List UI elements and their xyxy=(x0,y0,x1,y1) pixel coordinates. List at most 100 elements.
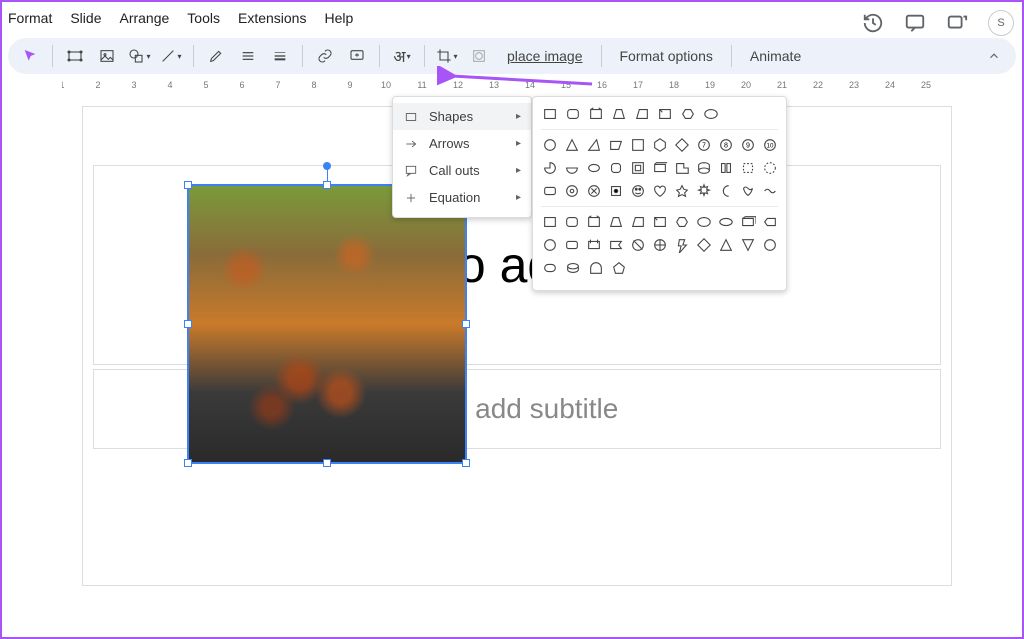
shape-option[interactable] xyxy=(607,159,624,177)
resize-handle[interactable] xyxy=(323,459,331,467)
shape-option[interactable] xyxy=(673,136,690,154)
present-icon[interactable] xyxy=(946,12,968,34)
shape-option[interactable] xyxy=(651,159,668,177)
textbox-icon[interactable] xyxy=(61,42,89,70)
shape-option[interactable] xyxy=(651,213,668,231)
dropdown-item-shapes[interactable]: Shapes▸ xyxy=(393,103,531,130)
shape-option[interactable]: 8 xyxy=(717,136,734,154)
shape-option[interactable] xyxy=(587,259,605,277)
shape-option[interactable] xyxy=(610,259,628,277)
dropdown-item-callouts[interactable]: Call outs▸ xyxy=(393,157,531,184)
resize-handle[interactable] xyxy=(462,320,470,328)
pen-icon[interactable] xyxy=(202,42,230,70)
shape-option[interactable]: 9 xyxy=(739,136,756,154)
shape-option[interactable] xyxy=(629,236,646,254)
avatar[interactable]: S xyxy=(988,10,1014,36)
resize-handle[interactable] xyxy=(184,320,192,328)
resize-handle[interactable] xyxy=(184,181,192,189)
shape-option[interactable] xyxy=(587,105,605,123)
shape-option[interactable] xyxy=(541,105,559,123)
shape-option[interactable] xyxy=(585,236,602,254)
shape-option[interactable] xyxy=(563,182,580,200)
menu-slide[interactable]: Slide xyxy=(70,10,101,26)
shape-icon[interactable]: ▾ xyxy=(125,42,153,70)
comment-add-icon[interactable] xyxy=(343,42,371,70)
collapse-toolbar-icon[interactable] xyxy=(980,42,1008,70)
shape-option[interactable] xyxy=(541,213,558,231)
shape-option[interactable] xyxy=(656,105,674,123)
menu-tools[interactable]: Tools xyxy=(187,10,220,26)
shape-option[interactable] xyxy=(695,182,712,200)
border-weight-icon[interactable] xyxy=(266,42,294,70)
dropdown-item-arrows[interactable]: Arrows▸ xyxy=(393,130,531,157)
menu-arrange[interactable]: Arrange xyxy=(119,10,169,26)
menu-extensions[interactable]: Extensions xyxy=(238,10,306,26)
menu-help[interactable]: Help xyxy=(324,10,353,26)
shape-option[interactable] xyxy=(563,213,580,231)
shape-option[interactable] xyxy=(695,236,712,254)
shape-option[interactable] xyxy=(679,105,697,123)
shape-option[interactable] xyxy=(761,159,778,177)
shape-option[interactable] xyxy=(717,182,734,200)
shape-option[interactable] xyxy=(673,213,690,231)
shape-option[interactable] xyxy=(585,136,602,154)
shape-option[interactable] xyxy=(739,213,756,231)
shape-option[interactable] xyxy=(541,182,558,200)
shape-option[interactable]: 7 xyxy=(695,136,712,154)
shape-option[interactable] xyxy=(585,182,602,200)
shape-option[interactable] xyxy=(629,213,646,231)
shape-option[interactable] xyxy=(651,236,668,254)
shape-option[interactable] xyxy=(695,213,712,231)
shape-option[interactable] xyxy=(673,236,690,254)
shape-option[interactable] xyxy=(702,105,720,123)
shape-option[interactable] xyxy=(651,182,668,200)
comment-icon[interactable] xyxy=(904,12,926,34)
menu-format[interactable]: Format xyxy=(8,10,52,26)
shape-option[interactable] xyxy=(695,159,712,177)
format-options-button[interactable]: Format options xyxy=(610,48,723,64)
resize-handle[interactable] xyxy=(323,181,331,189)
shape-option[interactable] xyxy=(563,136,580,154)
shape-option[interactable] xyxy=(673,182,690,200)
shape-option[interactable] xyxy=(585,159,602,177)
shape-option[interactable] xyxy=(651,136,668,154)
translate-icon[interactable]: अ▾ xyxy=(388,42,416,70)
shape-option[interactable] xyxy=(739,236,756,254)
selected-image[interactable] xyxy=(187,184,467,464)
shape-option[interactable] xyxy=(717,159,734,177)
shape-option[interactable] xyxy=(585,213,602,231)
shape-option[interactable] xyxy=(633,105,651,123)
history-icon[interactable] xyxy=(862,12,884,34)
shape-option[interactable] xyxy=(761,182,778,200)
shape-option[interactable] xyxy=(717,236,734,254)
select-tool-icon[interactable] xyxy=(16,42,44,70)
shape-option[interactable] xyxy=(629,159,646,177)
shape-option[interactable] xyxy=(761,213,778,231)
shape-option[interactable] xyxy=(739,159,756,177)
replace-image-button[interactable]: place image xyxy=(497,48,593,64)
mask-icon[interactable] xyxy=(465,42,493,70)
shape-option[interactable] xyxy=(761,236,778,254)
resize-handle[interactable] xyxy=(462,459,470,467)
image-icon[interactable] xyxy=(93,42,121,70)
shape-option[interactable] xyxy=(563,236,580,254)
shape-option[interactable] xyxy=(739,182,756,200)
shape-option[interactable] xyxy=(541,259,559,277)
shape-option[interactable] xyxy=(607,236,624,254)
dropdown-item-equation[interactable]: Equation▸ xyxy=(393,184,531,211)
animate-button[interactable]: Animate xyxy=(740,48,811,64)
rotate-handle[interactable] xyxy=(323,162,331,170)
shape-option[interactable] xyxy=(541,159,558,177)
shape-option[interactable] xyxy=(564,259,582,277)
shape-option[interactable] xyxy=(673,159,690,177)
shape-option[interactable] xyxy=(607,182,624,200)
border-color-icon[interactable] xyxy=(234,42,262,70)
line-icon[interactable]: ▾ xyxy=(157,42,185,70)
shape-option[interactable] xyxy=(563,159,580,177)
shape-option[interactable]: 10 xyxy=(761,136,778,154)
shape-option[interactable] xyxy=(629,182,646,200)
shape-option[interactable] xyxy=(629,136,646,154)
shape-option[interactable] xyxy=(541,236,558,254)
shape-option[interactable] xyxy=(717,213,734,231)
link-icon[interactable] xyxy=(311,42,339,70)
